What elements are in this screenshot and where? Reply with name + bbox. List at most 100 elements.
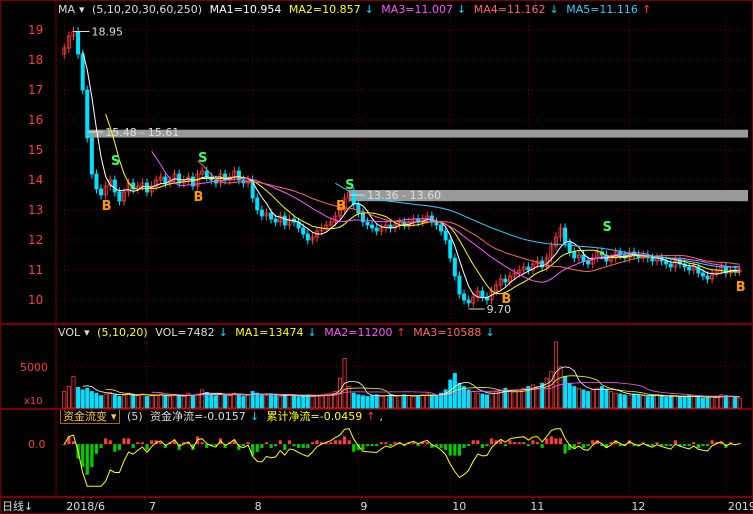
date-tick-label: 10 (452, 500, 466, 513)
flow-bar (347, 440, 351, 445)
flow-bar (85, 444, 89, 475)
candle-body (356, 203, 361, 214)
candle-body (85, 89, 90, 139)
price-tick-label: 17 (28, 83, 43, 97)
flow-bar (329, 442, 333, 445)
flow-bar (687, 444, 691, 447)
candle-body (457, 275, 462, 295)
volume-bar (494, 391, 499, 409)
flow-bar (333, 440, 337, 445)
volume-bar (618, 393, 623, 409)
flow-bar (99, 444, 103, 448)
flow-bar (283, 444, 287, 450)
flow-bar (292, 444, 296, 447)
flow-bar (673, 440, 677, 445)
volume-tick-label: 5000 (20, 361, 48, 374)
price-tick-label: 15 (28, 143, 43, 157)
flow-bar (480, 444, 485, 448)
volume-bar (356, 394, 361, 409)
volume-bar (664, 396, 669, 409)
flow-bar (457, 444, 462, 456)
volume-bar (586, 391, 591, 409)
candle-body (269, 212, 274, 220)
volume-bar (576, 387, 581, 409)
volume-bar (517, 389, 522, 409)
flow-bar (508, 440, 512, 445)
volume-bar (393, 396, 398, 409)
volume-bar (383, 395, 388, 409)
price-tick-label: 10 (28, 293, 43, 307)
candle-body (581, 254, 586, 262)
date-tick-label: 7 (149, 500, 156, 513)
volume-bar (425, 393, 430, 409)
flow-bar (81, 444, 85, 468)
flow-bar (572, 444, 576, 448)
flow-bar (274, 444, 278, 447)
volume-bar (112, 394, 117, 409)
flow-bar (512, 442, 517, 445)
volume-bar (480, 393, 485, 409)
volume-bar (604, 389, 609, 409)
flow-bar (526, 444, 530, 447)
volume-bar (223, 394, 228, 409)
volume-bar (149, 395, 154, 409)
volume-bar (264, 395, 269, 409)
flow-bar (650, 444, 655, 447)
volume-bar (305, 394, 310, 409)
flow-bar (269, 444, 273, 448)
flow-bar (90, 444, 94, 468)
signal-b: B (194, 190, 204, 205)
candle-body (668, 263, 673, 268)
volume-bar (668, 395, 673, 409)
volume-bar (471, 391, 476, 409)
candle-body (687, 266, 692, 271)
volume-bar (259, 394, 264, 409)
volume-bar (659, 396, 664, 409)
volume-bar (213, 395, 218, 409)
price-tick-label: 19 (28, 23, 43, 37)
candle-body (650, 257, 655, 262)
volume-bar (314, 395, 320, 409)
volume-bar (622, 394, 627, 409)
flow-bar (361, 444, 365, 450)
volume-bar (650, 395, 655, 409)
flow-bar (104, 438, 108, 445)
flow-bar (444, 444, 448, 450)
flow-bar (489, 438, 494, 445)
volume-bar (696, 396, 701, 409)
volume-bar (241, 396, 246, 409)
flow-bar (439, 444, 443, 448)
volume-bar (540, 382, 545, 409)
flow-bar (416, 444, 420, 447)
volume-bar (558, 366, 563, 409)
volume-bar (167, 396, 172, 409)
flow-bar (127, 438, 131, 445)
candle-body (567, 242, 572, 253)
volume-bar (140, 393, 145, 409)
candle-body (94, 173, 99, 190)
flow-bar (710, 440, 714, 445)
flow-bar (591, 440, 595, 445)
volume-bar (406, 395, 411, 409)
volume-bar (296, 396, 301, 409)
volume-bar (71, 376, 76, 409)
volume-bar (255, 392, 260, 409)
candle-body (466, 299, 471, 304)
volume-bar (227, 395, 232, 409)
volume-bar (475, 392, 480, 409)
volume-bar (99, 395, 104, 409)
flow-bar (535, 442, 540, 445)
flow-bar (581, 444, 586, 448)
volume-bar (66, 386, 71, 409)
volume-bar (507, 390, 512, 409)
volume-bar (733, 396, 738, 409)
flow-bar (476, 440, 480, 445)
flow-bar (462, 444, 466, 448)
volume-bar (200, 389, 205, 409)
volume-bar (273, 394, 278, 409)
stock-chart[interactable]: 18.9515.48 - 15.6113.36 - 13.609.70SBSBS… (0, 0, 753, 514)
flow-bar (131, 444, 135, 448)
signal-b: B (336, 199, 346, 214)
volume-bar (397, 395, 402, 409)
volume-bar (236, 394, 241, 409)
